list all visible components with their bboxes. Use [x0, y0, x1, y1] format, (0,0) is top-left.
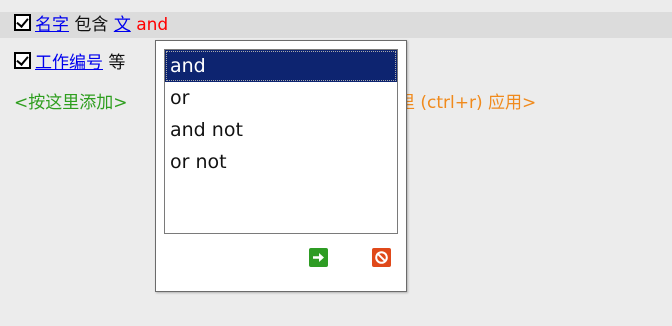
conjunction-option-or[interactable]: or: [165, 82, 397, 114]
criterion-row-2: 工作编号 等: [14, 50, 125, 76]
criterion-2-operator[interactable]: 等: [108, 53, 125, 73]
ok-button[interactable]: [309, 248, 328, 267]
cancel-button[interactable]: [372, 248, 391, 267]
criterion-1-conjunction[interactable]: and: [136, 15, 168, 35]
conjunction-listbox[interactable]: and or and not or not: [164, 49, 398, 234]
criterion-row-1: 名字 包含 文 and: [0, 12, 672, 38]
add-criterion-row: <按这里添加>: [14, 90, 128, 116]
criterion-2-checkbox[interactable]: [14, 52, 31, 69]
criterion-1-checkbox[interactable]: [14, 14, 31, 31]
criterion-1-operator[interactable]: 包含: [74, 15, 108, 35]
criterion-2-field-link[interactable]: 工作编号: [35, 53, 103, 73]
conjunction-option-and-not[interactable]: and not: [165, 114, 397, 146]
conjunction-option-or-not[interactable]: or not: [165, 146, 397, 178]
conjunction-option-and[interactable]: and: [165, 50, 397, 82]
conjunction-picker-popup: and or and not or not: [155, 40, 407, 292]
criterion-1-field-link[interactable]: 名字: [35, 15, 69, 35]
add-criterion-link[interactable]: <按这里添加>: [14, 93, 128, 113]
no-entry-icon: [375, 251, 388, 264]
apply-hint: 里 (ctrl+r) 应用>: [398, 90, 536, 116]
apply-hint-text: 里 (ctrl+r) 应用>: [398, 93, 537, 113]
arrow-right-icon: [313, 253, 324, 262]
criterion-1-value-link[interactable]: 文: [114, 15, 131, 35]
